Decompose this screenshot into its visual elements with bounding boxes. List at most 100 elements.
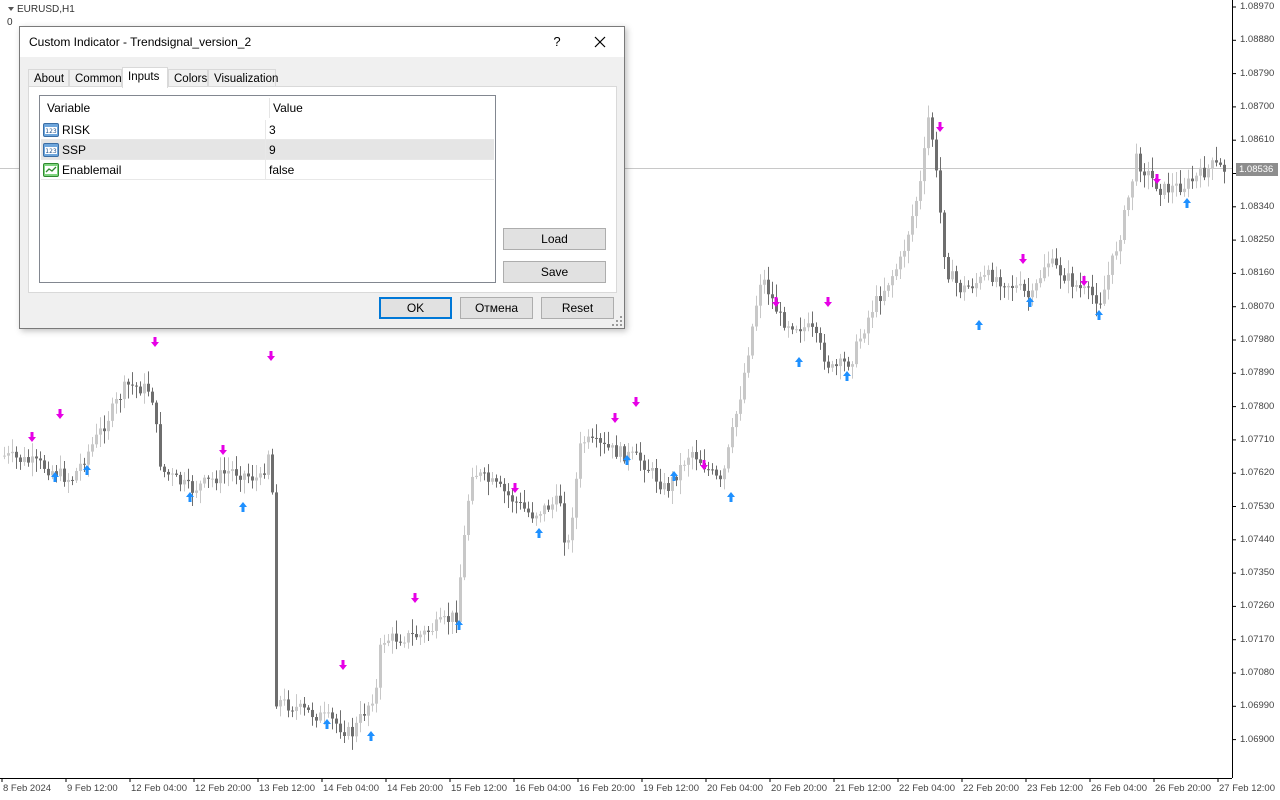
- candle-body: [695, 452, 698, 460]
- candle-body: [1195, 175, 1198, 182]
- candle-body: [647, 469, 650, 471]
- candle-body: [483, 472, 486, 474]
- candle-body: [635, 451, 638, 453]
- tab-visualization[interactable]: Visualization: [208, 69, 278, 87]
- buy-arrow-icon: [367, 731, 375, 741]
- date-tick-label: 15 Feb 12:00: [451, 783, 507, 794]
- buy-arrow-icon: [239, 502, 247, 512]
- date-tick-label: 8 Feb 2024: [3, 783, 52, 794]
- candle-body: [283, 699, 286, 701]
- candle-body: [551, 504, 554, 510]
- candle-body: [891, 276, 894, 286]
- variable-value[interactable]: 9: [269, 140, 276, 160]
- candle-body: [1211, 160, 1214, 169]
- candle-body: [899, 256, 902, 270]
- candle-body: [423, 630, 426, 635]
- candle-body: [1103, 289, 1106, 304]
- candle-body: [47, 468, 50, 476]
- candle-body: [111, 403, 114, 421]
- candle-body: [411, 633, 414, 635]
- price-tick-label: 1.07890: [1240, 367, 1275, 379]
- candle-body: [475, 475, 478, 477]
- candle-body: [195, 490, 198, 493]
- candle-body: [787, 326, 790, 328]
- sell-arrow-icon: [632, 397, 640, 407]
- candle-body: [1071, 273, 1074, 287]
- candle-body: [331, 712, 334, 719]
- dropdown-triangle-icon[interactable]: [8, 7, 14, 12]
- candle-body: [487, 472, 490, 482]
- candle-body: [379, 644, 382, 688]
- candle-body: [803, 327, 806, 332]
- candle-body: [3, 455, 6, 457]
- candle-body: [599, 438, 602, 443]
- candle-body: [267, 454, 270, 475]
- candle-body: [263, 473, 266, 475]
- reset-button[interactable]: Reset: [541, 297, 614, 319]
- candle-body: [539, 514, 542, 516]
- dialog-title: Custom Indicator - Trendsignal_version_2: [29, 35, 252, 49]
- candle-body: [895, 269, 898, 277]
- tab-common[interactable]: Common: [69, 69, 122, 87]
- candle-body: [643, 460, 646, 470]
- resize-grip-icon[interactable]: [612, 316, 622, 326]
- ok-button[interactable]: OK: [379, 297, 452, 319]
- candle-body: [335, 718, 338, 724]
- candle-body: [383, 643, 386, 645]
- candle-body: [835, 364, 838, 367]
- tab-inputs[interactable]: Inputs: [122, 67, 168, 88]
- boolean-icon: [43, 163, 59, 177]
- candle-body: [907, 234, 910, 251]
- tab-colors[interactable]: Colors: [168, 69, 208, 87]
- dialog-titlebar[interactable]: Custom Indicator - Trendsignal_version_2…: [20, 27, 624, 57]
- candle-body: [747, 355, 750, 373]
- candle-body: [27, 457, 30, 463]
- candle-body: [31, 456, 34, 463]
- candle-body: [23, 457, 26, 462]
- table-row[interactable]: Enablemail false: [41, 160, 494, 180]
- candle-body: [871, 312, 874, 318]
- candle-body: [255, 477, 258, 481]
- candle-body: [59, 468, 62, 477]
- date-tick-label: 12 Feb 04:00: [131, 783, 187, 794]
- candle-body: [963, 285, 966, 293]
- candle-body: [591, 436, 594, 438]
- candle-body: [755, 305, 758, 327]
- load-button[interactable]: Load: [503, 228, 606, 250]
- header-value[interactable]: Value: [273, 96, 303, 120]
- candle-body: [415, 633, 418, 638]
- header-variable[interactable]: Variable: [47, 96, 90, 120]
- header-divider[interactable]: [269, 98, 270, 118]
- candle-body: [855, 341, 858, 365]
- sell-arrow-icon: [411, 593, 419, 603]
- date-tick-label: 22 Feb 20:00: [963, 783, 1019, 794]
- tab-about[interactable]: About: [28, 69, 69, 87]
- cancel-button[interactable]: Отмена: [460, 297, 533, 319]
- date-tick-label: 26 Feb 20:00: [1155, 783, 1211, 794]
- table-row[interactable]: 123 SSP 9: [41, 140, 494, 160]
- candle-body: [947, 257, 950, 280]
- sell-arrow-icon: [1153, 174, 1161, 184]
- candle-body: [227, 470, 230, 474]
- candle-body: [343, 732, 346, 736]
- candle-body: [1091, 286, 1094, 296]
- candle-body: [583, 442, 586, 444]
- candle-body: [1215, 160, 1218, 163]
- candle-body: [427, 630, 430, 632]
- help-button[interactable]: ?: [546, 31, 568, 53]
- variable-value[interactable]: false: [269, 160, 294, 180]
- candle-body: [975, 283, 978, 289]
- table-row[interactable]: 123 RISK 3: [41, 120, 494, 140]
- parameters-table[interactable]: Variable Value 123 RISK 3 123 SSP 9 Enab…: [39, 95, 496, 283]
- candle-body: [511, 495, 514, 502]
- variable-value[interactable]: 3: [269, 120, 276, 140]
- candle-body: [819, 333, 822, 343]
- candle-body: [1167, 183, 1170, 193]
- candle-body: [995, 277, 998, 282]
- sell-arrow-icon: [611, 413, 619, 423]
- candle-body: [543, 505, 546, 515]
- candle-body: [151, 391, 154, 403]
- close-button[interactable]: [588, 30, 612, 54]
- price-tick-label: 1.07530: [1240, 500, 1275, 512]
- save-button[interactable]: Save: [503, 261, 606, 283]
